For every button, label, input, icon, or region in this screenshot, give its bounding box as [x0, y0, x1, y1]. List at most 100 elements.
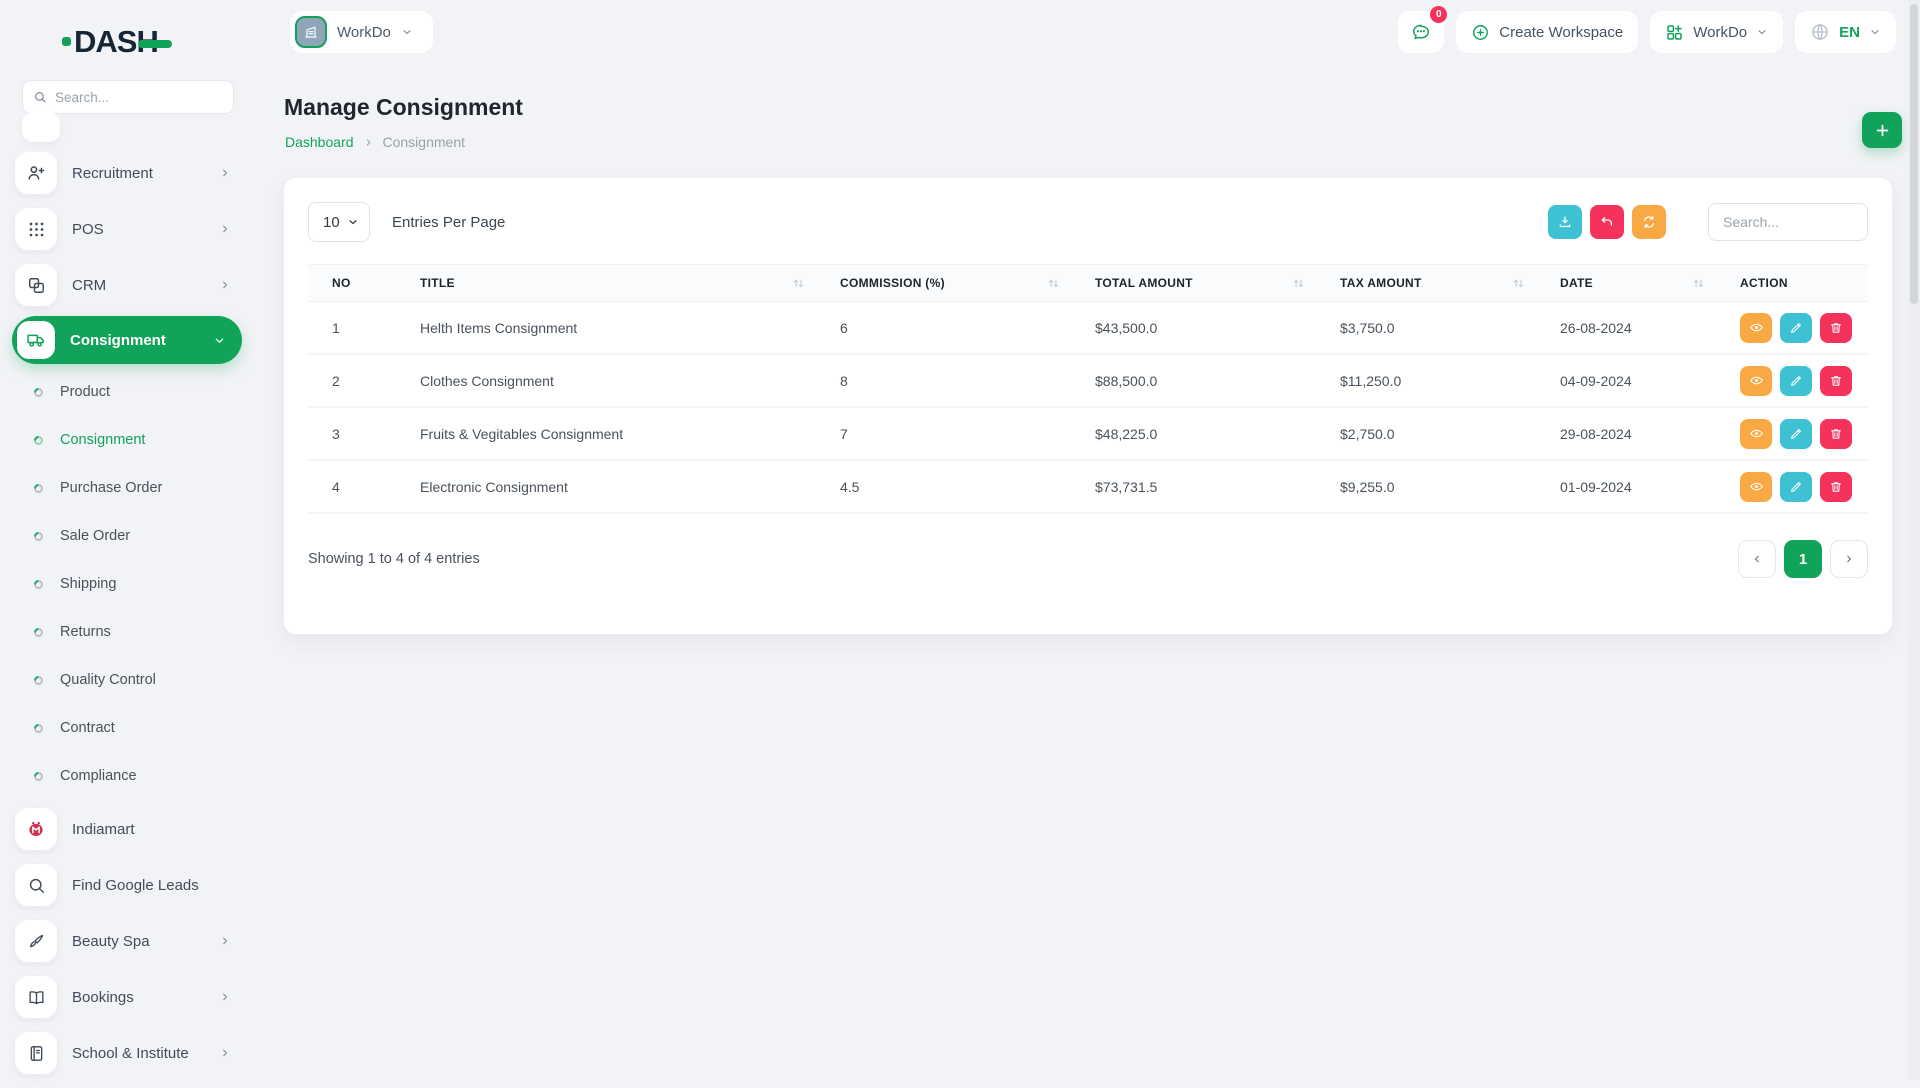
consignment-table: NO TITLE COMMISSION (%) TOTAL AMOUNT TAX… — [308, 264, 1868, 514]
sort-icon[interactable] — [1048, 277, 1059, 290]
eye-icon — [1749, 479, 1764, 494]
submenu-item-compliance[interactable]: Compliance — [0, 752, 254, 800]
edit-button[interactable] — [1780, 472, 1812, 502]
add-consignment-button[interactable] — [1862, 112, 1902, 148]
submenu-item-contract[interactable]: Contract — [0, 704, 254, 752]
sidebar-item-beauty-spa[interactable]: Beauty Spa — [15, 920, 239, 962]
sidebar-item-indiamart[interactable]: Indiamart — [15, 808, 239, 850]
view-button[interactable] — [1740, 472, 1772, 502]
workdo-menu-label: WorkDo — [1693, 24, 1747, 41]
refresh-icon — [1641, 214, 1657, 230]
table-row: 4 Electronic Consignment 4.5 $73,731.5 $… — [308, 461, 1868, 514]
bullet-icon — [32, 674, 45, 687]
sort-icon[interactable] — [793, 277, 804, 290]
cell-title: Electronic Consignment — [396, 461, 816, 514]
entries-per-page-select[interactable]: 10 — [308, 202, 370, 242]
submenu-item-consignment[interactable]: Consignment — [0, 416, 254, 464]
delete-button[interactable] — [1820, 419, 1852, 449]
submenu-item-product[interactable]: Product — [0, 368, 254, 416]
view-button[interactable] — [1740, 366, 1772, 396]
submenu-label: Consignment — [60, 432, 145, 448]
cell-no: 2 — [308, 355, 396, 408]
cell-total: $73,731.5 — [1071, 461, 1316, 514]
pagination-next-button[interactable] — [1830, 540, 1868, 578]
row-actions — [1740, 366, 1856, 396]
language-selector[interactable]: EN — [1795, 11, 1896, 53]
submenu-item-returns[interactable]: Returns — [0, 608, 254, 656]
column-header-tax-amount[interactable]: TAX AMOUNT — [1316, 264, 1536, 302]
cell-commission: 7 — [816, 408, 1071, 461]
column-header-total-amount[interactable]: TOTAL AMOUNT — [1071, 264, 1316, 302]
scrollbar-thumb[interactable] — [1910, 4, 1918, 304]
sidebar-item-label: Consignment — [70, 332, 213, 349]
submenu-label: Contract — [60, 720, 115, 736]
download-icon — [1557, 214, 1573, 230]
column-header-title[interactable]: TITLE — [396, 264, 816, 302]
grid-plus-icon — [1665, 23, 1684, 42]
cell-title: Clothes Consignment — [396, 355, 816, 408]
delete-button[interactable] — [1820, 472, 1852, 502]
app-logo[interactable]: DASH — [62, 26, 172, 57]
edit-button[interactable] — [1780, 366, 1812, 396]
submenu-item-sale-order[interactable]: Sale Order — [0, 512, 254, 560]
messages-button[interactable]: 0 — [1398, 11, 1444, 53]
sidebar-item-school-institute[interactable]: School & Institute — [15, 1032, 239, 1074]
row-actions — [1740, 419, 1856, 449]
table-search-input[interactable] — [1708, 203, 1868, 241]
pagination-prev-button[interactable] — [1738, 540, 1776, 578]
page-scrollbar[interactable] — [1908, 0, 1920, 1080]
workdo-apps-menu[interactable]: WorkDo — [1650, 11, 1783, 53]
edit-button[interactable] — [1780, 313, 1812, 343]
view-button[interactable] — [1740, 313, 1772, 343]
submenu-item-purchase-order[interactable]: Purchase Order — [0, 464, 254, 512]
sidebar-item-consignment[interactable]: Consignment — [12, 316, 242, 364]
sidebar-item-label: Beauty Spa — [72, 933, 219, 950]
breadcrumb-dashboard-link[interactable]: Dashboard — [285, 134, 354, 150]
sidebar-item-label: Indiamart — [72, 821, 239, 838]
chevron-down-icon — [1756, 26, 1768, 38]
partial-menu-tile — [22, 112, 60, 142]
submenu-label: Sale Order — [60, 528, 130, 544]
submenu-item-quality-control[interactable]: Quality Control — [0, 656, 254, 704]
sidebar-item-find-google-leads[interactable]: Find Google Leads — [15, 864, 239, 906]
workspace-selector[interactable]: WorkDo — [290, 11, 433, 53]
topbar-actions: 0 Create Workspace WorkDo EN — [1398, 11, 1896, 53]
edit-button[interactable] — [1780, 419, 1812, 449]
sidebar-item-label: CRM — [72, 277, 219, 294]
create-workspace-button[interactable]: Create Workspace — [1456, 11, 1638, 53]
refresh-button[interactable] — [1632, 205, 1666, 239]
cell-no: 1 — [308, 302, 396, 355]
column-header-date[interactable]: DATE — [1536, 264, 1716, 302]
sidebar-item-recruitment[interactable]: Recruitment — [15, 152, 239, 194]
cell-date: 29-08-2024 — [1536, 408, 1716, 461]
breadcrumb: Dashboard Consignment — [285, 134, 465, 150]
cell-date: 01-09-2024 — [1536, 461, 1716, 514]
indiamart-icon — [15, 808, 57, 850]
table-row: 2 Clothes Consignment 8 $88,500.0 $11,25… — [308, 355, 1868, 408]
sort-icon[interactable] — [1293, 277, 1304, 290]
sort-icon[interactable] — [1693, 277, 1704, 290]
sort-icon[interactable] — [1513, 277, 1524, 290]
sidebar-item-bookings[interactable]: Bookings — [15, 976, 239, 1018]
delete-button[interactable] — [1820, 313, 1852, 343]
submenu-item-shipping[interactable]: Shipping — [0, 560, 254, 608]
delete-button[interactable] — [1820, 366, 1852, 396]
table-row: 3 Fruits & Vegitables Consignment 7 $48,… — [308, 408, 1868, 461]
trash-icon — [1829, 321, 1843, 335]
cell-total: $88,500.0 — [1071, 355, 1316, 408]
entries-summary: Showing 1 to 4 of 4 entries — [308, 551, 480, 567]
pagination-page-1[interactable]: 1 — [1784, 540, 1822, 578]
sidebar-item-crm[interactable]: CRM — [15, 264, 239, 306]
view-button[interactable] — [1740, 419, 1772, 449]
sidebar-item-pos[interactable]: POS — [15, 208, 239, 250]
export-button[interactable] — [1548, 205, 1582, 239]
undo-button[interactable] — [1590, 205, 1624, 239]
search-icon — [15, 864, 57, 906]
sidebar-search-input[interactable] — [55, 90, 205, 105]
logo-dash-bar — [138, 40, 172, 48]
cell-commission: 4.5 — [816, 461, 1071, 514]
column-header-commission[interactable]: COMMISSION (%) — [816, 264, 1071, 302]
cell-date: 26-08-2024 — [1536, 302, 1716, 355]
sidebar-search[interactable] — [22, 80, 234, 114]
overlapping-squares-icon — [15, 264, 57, 306]
